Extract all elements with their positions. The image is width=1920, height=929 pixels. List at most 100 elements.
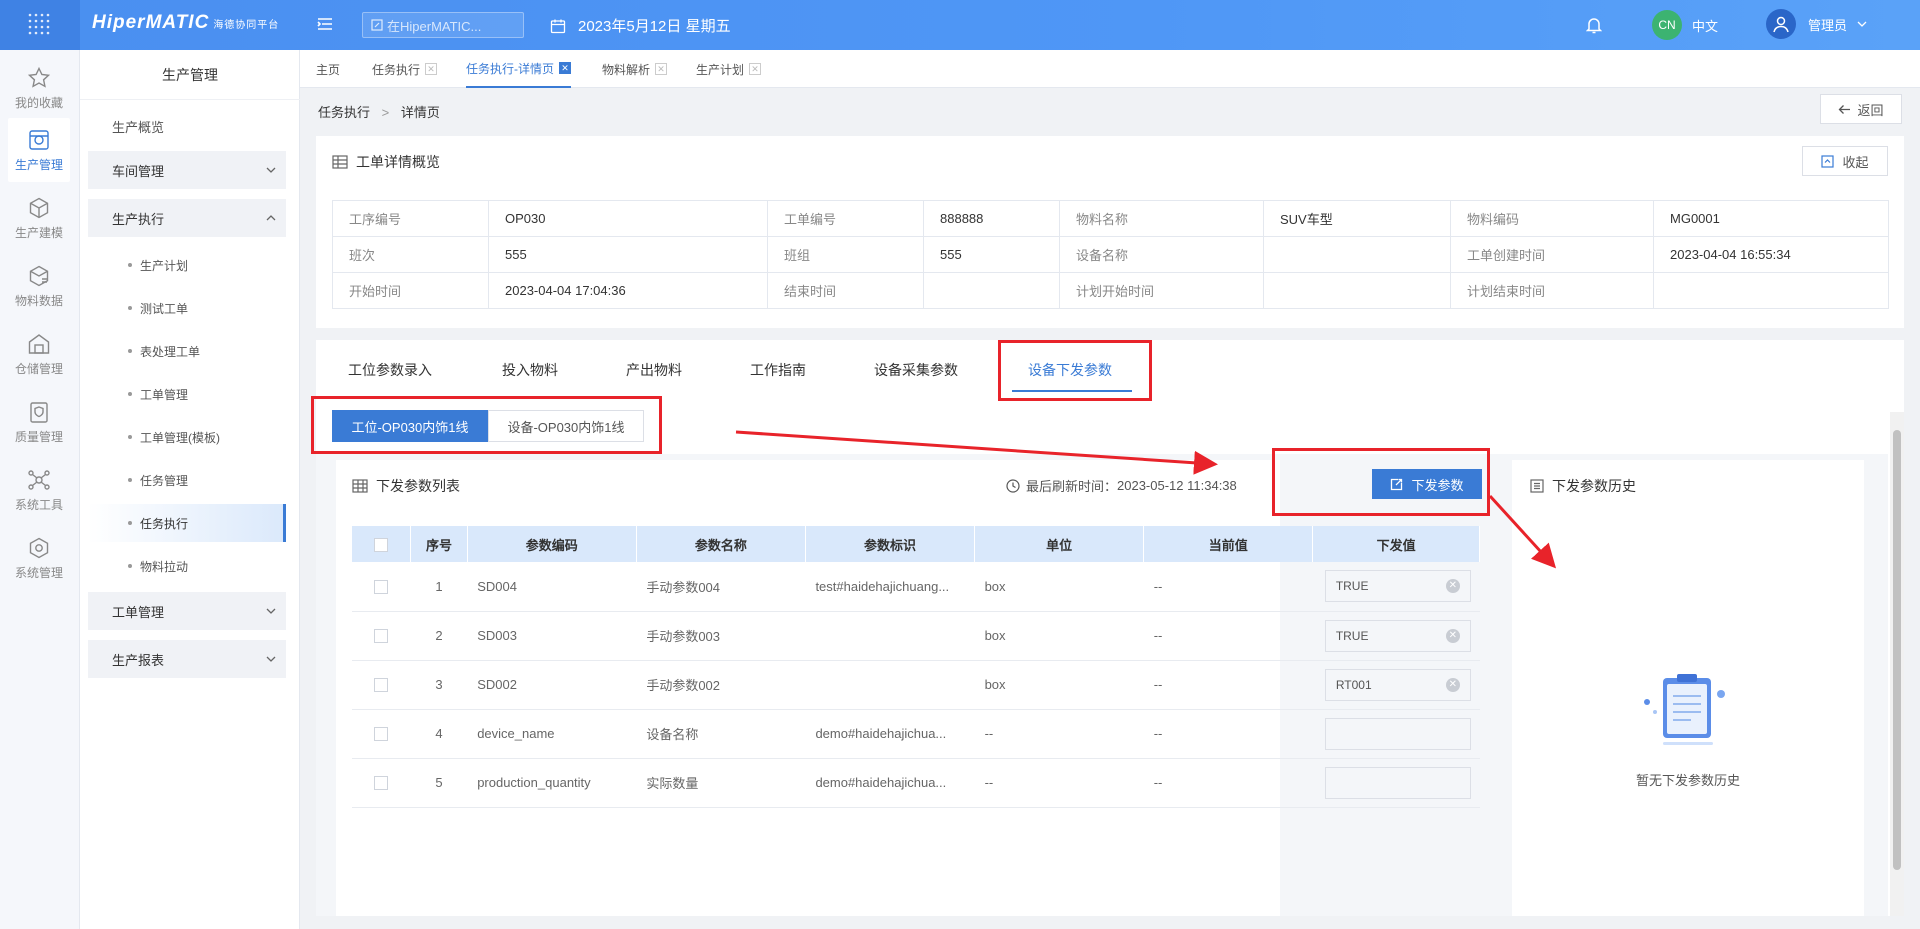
subnav-item-order-template[interactable]: 工单管理(模板)	[88, 418, 286, 456]
clear-icon[interactable]: ✕	[1445, 628, 1460, 643]
page-tab-task-exec[interactable]: 任务执行 ✕	[372, 50, 438, 88]
cell-current: --	[1143, 660, 1313, 710]
rail-item-warehouse[interactable]: 仓储管理	[8, 322, 70, 386]
field-label: 计划结束时间	[1450, 272, 1654, 309]
global-search-input[interactable]: 在HiperMATIC...	[362, 12, 524, 38]
page-tab-production-plan[interactable]: 生产计划 ✕	[696, 50, 762, 88]
table-row: 4 device_name 设备名称 demo#haidehajichua...…	[352, 709, 1480, 759]
scrollbar-thumb[interactable]	[1893, 430, 1901, 870]
send-params-button[interactable]: 下发参数	[1372, 469, 1482, 499]
row-checkbox[interactable]	[352, 562, 411, 612]
chevron-down-icon	[266, 167, 276, 173]
breadcrumb-parent[interactable]: 任务执行	[318, 105, 370, 120]
close-icon[interactable]: ✕	[559, 62, 571, 74]
cell-name: 手动参数004	[636, 562, 806, 612]
subnav-item-plan[interactable]: 生产计划	[88, 246, 286, 284]
field-value: MG0001	[1653, 200, 1889, 237]
row-checkbox[interactable]	[352, 611, 411, 661]
cell-current: --	[1143, 611, 1313, 661]
subnav-item-surface-order[interactable]: 表处理工单	[88, 332, 286, 370]
current-date: 2023年5月12日 星期五	[550, 15, 731, 36]
tab-input-material[interactable]: 投入物料	[502, 340, 558, 400]
close-icon[interactable]: ✕	[749, 63, 762, 75]
subnav-title: 生产管理	[80, 50, 300, 100]
star-icon	[27, 66, 51, 88]
warehouse-icon	[28, 333, 50, 354]
tab-station-params[interactable]: 工位参数录入	[348, 340, 432, 400]
language-switcher[interactable]: CN 中文	[1652, 10, 1718, 40]
cell-tag: demo#haidehajichua...	[805, 758, 975, 808]
subnav-item-test-order[interactable]: 测试工单	[88, 289, 286, 327]
app-logo: HiperMATIC 海德协同平台	[92, 12, 280, 33]
send-value-input[interactable]	[1324, 766, 1471, 799]
app-grid-icon[interactable]	[0, 0, 80, 50]
subnav-group-report[interactable]: 生产报表	[88, 640, 286, 678]
last-refresh-time: 最后刷新时间： 2023-05-12 11:34:38	[1006, 476, 1237, 495]
history-header: 下发参数历史	[1530, 476, 1636, 496]
cell-send: RT001 ✕	[1312, 660, 1480, 710]
cell-code: device_name	[467, 709, 637, 759]
subnav-group-workshop[interactable]: 车间管理	[88, 151, 286, 189]
cell-no: 3	[410, 660, 468, 710]
subnav-item-material-pull[interactable]: 物料拉动	[88, 547, 286, 585]
page-tab-home[interactable]: 主页	[316, 50, 340, 88]
rail-item-system[interactable]: 系统管理	[8, 526, 70, 590]
field-value: 2023-04-04 17:04:36	[488, 272, 768, 309]
table-row: 2 SD003 手动参数003 box -- TRUE ✕	[352, 611, 1480, 661]
close-icon[interactable]: ✕	[655, 63, 668, 75]
rail-item-tools[interactable]: 系统工具	[8, 458, 70, 522]
subnav-group-order[interactable]: 工单管理	[88, 592, 286, 630]
page-tab-task-detail[interactable]: 任务执行-详情页 ✕	[466, 50, 571, 88]
cell-send	[1312, 758, 1480, 808]
rail-item-production[interactable]: 生产管理	[8, 118, 70, 182]
param-list-header: 下发参数列表	[352, 476, 460, 496]
send-value-input[interactable]: TRUE ✕	[1324, 570, 1471, 603]
back-button[interactable]: 返回	[1820, 94, 1902, 124]
send-value-input[interactable]: TRUE ✕	[1324, 619, 1471, 652]
table-icon	[352, 479, 368, 493]
menu-toggle-icon[interactable]	[316, 15, 334, 36]
rail-item-quality[interactable]: 质量管理	[8, 390, 70, 454]
close-icon[interactable]: ✕	[425, 63, 438, 75]
subnav-item-overview[interactable]: 生产概览	[88, 107, 286, 145]
clear-icon[interactable]: ✕	[1445, 677, 1460, 692]
user-menu[interactable]: 管理员	[1766, 9, 1867, 39]
page-tabs-bar: 主页 任务执行 ✕ 任务执行-详情页 ✕ 物料解析 ✕ 生产计划 ✕	[300, 50, 1920, 88]
active-tab-indicator	[1012, 390, 1132, 392]
overview-row: 班次 555 班组 555 设备名称 工单创建时间 2023-04-04 16:…	[332, 236, 1889, 273]
station-tab-station[interactable]: 工位-OP030内饰1线	[332, 410, 488, 442]
subnav-group-execution[interactable]: 生产执行	[88, 199, 286, 237]
clear-icon[interactable]: ✕	[1445, 579, 1460, 594]
arrow-left-icon	[1839, 104, 1851, 114]
station-tab-device[interactable]: 设备-OP030内饰1线	[488, 410, 644, 442]
cell-no: 1	[410, 562, 468, 612]
subnav-item-task-mgmt[interactable]: 任务管理	[88, 461, 286, 499]
chevron-down-icon	[266, 608, 276, 614]
chevron-up-icon	[266, 215, 276, 221]
cell-code: SD002	[467, 660, 637, 710]
cell-code: SD003	[467, 611, 637, 661]
select-all-checkbox[interactable]	[352, 526, 412, 562]
field-label: 工序编号	[332, 200, 489, 237]
page-tab-material-parse[interactable]: 物料解析 ✕	[602, 50, 668, 88]
collapse-button[interactable]: 收起	[1802, 146, 1888, 176]
rail-item-material[interactable]: 物料数据	[8, 254, 70, 318]
send-value-input[interactable]: RT001 ✕	[1324, 668, 1471, 701]
field-value: 2023-04-04 16:55:34	[1653, 236, 1889, 273]
tab-device-collect-params[interactable]: 设备采集参数	[874, 340, 958, 400]
subnav-item-task-exec[interactable]: 任务执行	[88, 504, 286, 542]
row-checkbox[interactable]	[352, 758, 411, 808]
rail-item-favorites[interactable]: 我的收藏	[8, 56, 70, 120]
cube-icon	[29, 197, 49, 218]
rail-item-modeling[interactable]: 生产建模	[8, 186, 70, 250]
notification-bell-icon[interactable]	[1585, 16, 1603, 37]
subnav-item-order-mgmt[interactable]: 工单管理	[88, 375, 286, 413]
tab-work-guide[interactable]: 工作指南	[750, 340, 806, 400]
row-checkbox[interactable]	[352, 709, 411, 759]
row-checkbox[interactable]	[352, 660, 411, 710]
chevron-down-icon	[266, 656, 276, 662]
content-scrollbar[interactable]	[1890, 412, 1904, 916]
send-value-input[interactable]	[1324, 717, 1471, 750]
field-value	[1653, 272, 1889, 309]
tab-output-material[interactable]: 产出物料	[626, 340, 682, 400]
